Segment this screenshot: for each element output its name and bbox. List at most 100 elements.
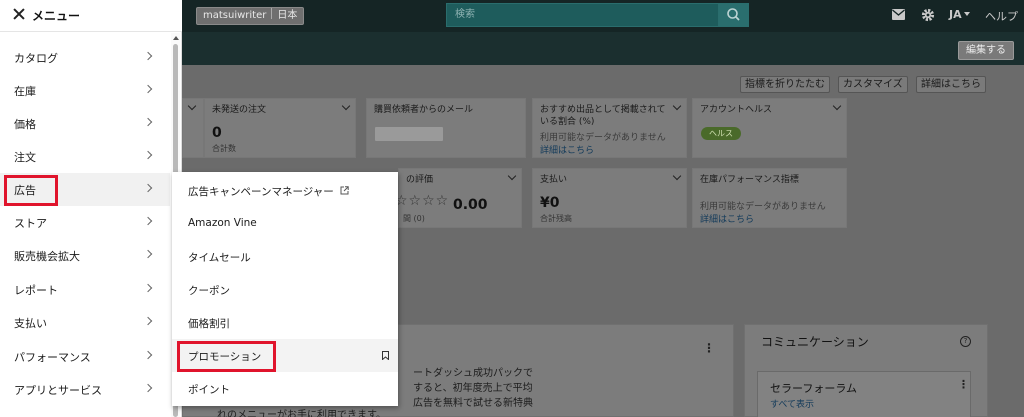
search-icon	[727, 8, 740, 21]
submenu-item-campaign-manager[interactable]: 広告キャンペーンマネージャー	[172, 174, 398, 207]
highlight-promotions	[177, 341, 276, 372]
chevron-right-icon	[143, 216, 153, 226]
submenu-item-label: クーポン	[188, 285, 230, 297]
menu-item-reports[interactable]: レポート	[0, 273, 170, 306]
gear-icon[interactable]	[921, 8, 935, 22]
help-icon[interactable]: ?	[960, 336, 971, 347]
submenu-item-label: 広告キャンペーンマネージャー	[188, 186, 334, 198]
card-title-line1: おすすめ出品として掲載されて	[540, 105, 666, 115]
chevron-right-icon	[143, 316, 153, 326]
details-link[interactable]: 詳細はこちら	[700, 212, 754, 225]
promo-text-line2: すると、初年度売上で平均	[413, 383, 533, 394]
chevron-right-icon	[143, 183, 153, 193]
chevron-right-icon	[143, 350, 153, 360]
submenu-item-coupons[interactable]: クーポン	[172, 273, 398, 306]
chevron-down-icon[interactable]	[507, 171, 517, 181]
menu-item-orders[interactable]: 注文	[0, 140, 170, 173]
loading-placeholder	[375, 127, 443, 141]
chevron-right-icon	[143, 383, 153, 393]
menu-item-catalog[interactable]: カタログ	[0, 41, 170, 74]
submenu-item-label: 価格割引	[188, 318, 230, 330]
account-switcher[interactable]: matsuiwriter 日本	[196, 7, 305, 25]
metric-card-account-health[interactable]: アカウントヘルス ヘルス	[692, 98, 847, 158]
customize-button[interactable]: カスタマイズ	[838, 76, 908, 93]
submenu-item-points[interactable]: ポイント	[172, 372, 398, 405]
menu-item-label: 価格	[14, 118, 36, 131]
card-subtext: 合計残高	[540, 214, 572, 223]
menu-item-label: ストア	[14, 217, 47, 230]
panel-title: コミュニケーション	[761, 335, 869, 349]
chevron-right-icon	[143, 150, 153, 160]
menu-item-payments[interactable]: 支払い	[0, 306, 170, 339]
card-title: アカウントヘルス	[700, 105, 773, 115]
star-rating: ☆☆☆☆	[395, 193, 450, 209]
card-subtext: 間 (0)	[403, 214, 425, 223]
external-link-icon	[340, 186, 349, 195]
language-selector[interactable]: JA	[949, 8, 970, 21]
account-name: matsuiwriter	[203, 10, 267, 21]
metric-card-inventory-performance[interactable]: 在庫パフォーマンス指標 利用可能なデータがありません 詳細はこちら	[692, 168, 847, 228]
search-button[interactable]	[719, 3, 749, 27]
metric-card-featured-offer[interactable]: おすすめ出品として掲載されて いる割合 (%) 利用可能なデータがありません 詳細…	[532, 98, 687, 158]
communication-panel: コミュニケーション ? セラーフォーラム すべて表示 ⋮	[744, 324, 988, 417]
menu-item-label: 支払い	[14, 317, 47, 330]
card-value: ¥0	[540, 195, 560, 211]
chevron-right-icon	[143, 249, 153, 259]
close-icon[interactable]	[13, 8, 25, 20]
chevron-down-icon[interactable]	[341, 101, 351, 111]
menu-title: メニュー	[32, 9, 81, 23]
metric-card-partial	[182, 98, 204, 158]
menu-item-label: 在庫	[14, 85, 36, 98]
submenu-item-lightning-deals[interactable]: タイムセール	[172, 240, 398, 273]
mail-icon[interactable]	[892, 9, 905, 20]
menu-item-inventory[interactable]: 在庫	[0, 74, 170, 107]
help-link[interactable]: ヘルプ	[985, 8, 1018, 24]
metric-card-payments[interactable]: 支払い ¥0 合計残高	[532, 168, 687, 228]
chevron-down-icon	[963, 12, 970, 16]
metric-card-unshipped[interactable]: 未発送の注文 0 合計数	[204, 98, 356, 158]
details-link[interactable]: 詳細はこちら	[540, 143, 594, 156]
more-options-icon[interactable]: ⋮	[703, 341, 715, 355]
menu-item-performance[interactable]: パフォーマンス	[0, 340, 170, 373]
menu-item-stores[interactable]: ストア	[0, 206, 170, 239]
menu-item-apps-services[interactable]: アプリとサービス	[0, 373, 170, 406]
bookmark-icon[interactable]	[382, 351, 389, 360]
card-value: 0	[212, 125, 222, 141]
account-divider	[271, 8, 273, 19]
chevron-down-icon[interactable]	[672, 101, 682, 111]
metric-card-buyer-messages[interactable]: 購買依頼者からのメール	[366, 98, 526, 158]
card-title: 未発送の注文	[212, 105, 267, 115]
seller-forum-card[interactable]: セラーフォーラム すべて表示 ⋮	[757, 371, 971, 417]
search-input[interactable]: 検索	[446, 3, 719, 27]
collapse-metrics-button[interactable]: 指標を折りたたむ	[740, 76, 830, 93]
edit-button[interactable]: 編集する	[958, 41, 1014, 60]
promo-text-line1: ートダッシュ成功パックで	[413, 368, 533, 379]
menu-item-label: 販売機会拡大	[14, 250, 80, 263]
main-menu: メニュー カタログ 在庫 価格 注文 広告 ストア 販売機会拡大 レポート 支払…	[0, 0, 182, 417]
marketplace-name: 日本	[277, 10, 298, 21]
menu-item-label: 注文	[14, 151, 36, 164]
highlight-advertising	[4, 175, 58, 206]
details-button[interactable]: 詳細はこちら	[916, 76, 986, 93]
menu-header: メニュー	[0, 0, 182, 32]
chevron-down-icon[interactable]	[672, 171, 682, 181]
scroll-up-icon[interactable]	[173, 36, 179, 40]
chevron-down-icon[interactable]	[832, 101, 842, 111]
card-title: 在庫パフォーマンス指標	[700, 175, 799, 185]
card-note: 利用可能なデータがありません	[700, 202, 826, 212]
rating-value: 0.00	[453, 197, 488, 213]
chevron-right-icon	[143, 84, 153, 94]
submenu-item-price-discounts[interactable]: 価格割引	[172, 306, 398, 339]
menu-item-pricing[interactable]: 価格	[0, 107, 170, 140]
card-note: 利用可能なデータがありません	[540, 133, 666, 143]
menu-item-growth[interactable]: 販売機会拡大	[0, 239, 170, 272]
promo-footer-text: れのメニューがお手に利用できます。	[217, 410, 386, 417]
metric-card-feedback[interactable]: の評価 ☆☆☆☆ 0.00 間 (0)	[395, 168, 522, 228]
more-options-icon[interactable]: ⋮	[958, 378, 969, 391]
chevron-right-icon	[143, 51, 153, 61]
view-all-link[interactable]: すべて表示	[770, 397, 814, 410]
card-title-line2: いる割合 (%)	[540, 117, 595, 127]
submenu-item-amazon-vine[interactable]: Amazon Vine	[172, 207, 398, 240]
submenu-item-label: タイムセール	[188, 252, 251, 264]
card-title: 購買依頼者からのメール	[374, 105, 474, 115]
